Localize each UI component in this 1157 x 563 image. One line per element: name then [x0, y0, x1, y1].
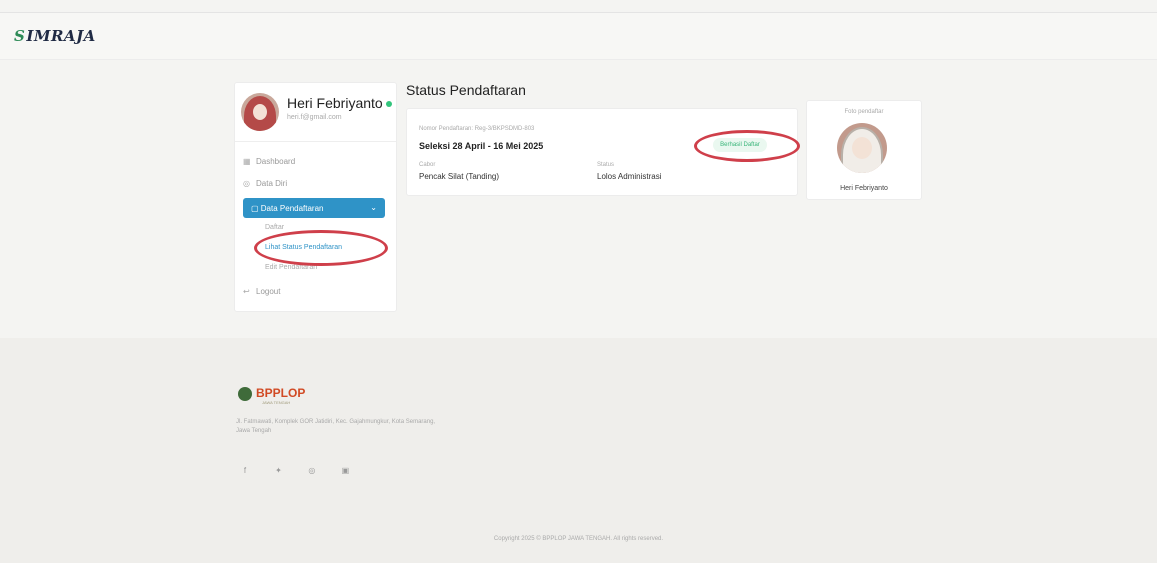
sidebar-item-logout[interactable]: ↩ Logout [243, 287, 280, 296]
submenu-lihat-status[interactable]: Lihat Status Pendaftaran [265, 244, 342, 251]
avatar [241, 93, 279, 131]
brand-mark: S [14, 27, 26, 45]
sidebar-item-data-pendaftaran[interactable]: ▢ Data Pendaftaran ⌄ [243, 198, 385, 218]
sidebar-item-data-diri[interactable]: ◎ Data Diri [243, 179, 287, 188]
folder-icon: ▢ [251, 204, 261, 213]
registration-number: Nomor Pendaftaran: Reg-3/BKPSDMD-803 [419, 126, 535, 132]
user-email: heri.f@gmail.com [287, 114, 342, 121]
photo-caption: Foto pendaftar [844, 109, 884, 115]
user-icon: ◎ [243, 179, 250, 188]
status-value: Lolos Administrasi [597, 172, 662, 181]
grid-icon: ▦ [243, 157, 251, 166]
status-label: Status [597, 162, 615, 168]
divider [235, 141, 396, 142]
brand-text: IMRAJA [26, 27, 96, 45]
footer-address: Jl. Fatmawati, Komplek GOR Jatidiri, Kec… [236, 419, 436, 434]
social-links: f ✦ ◎ ▣ [236, 460, 365, 478]
registration-status-card: Nomor Pendaftaran: Reg-3/BKPSDMD-803 Sel… [406, 108, 798, 196]
top-navbar: SIMRAJA [0, 12, 1157, 60]
twitter-icon[interactable]: ✦ [269, 464, 287, 478]
youtube-icon[interactable]: ▣ [336, 464, 354, 478]
emblem-icon [238, 386, 252, 401]
user-profile: Heri Febriyanto heri.f@gmail.com [241, 93, 392, 133]
brand-logo[interactable]: SIMRAJA [14, 27, 96, 45]
category-value: Pencak Silat (Tanding) [419, 172, 500, 181]
photo-card: Foto pendaftar Heri Febriyanto [806, 100, 922, 200]
status-badge: Berhasil Daftar [713, 138, 767, 152]
facebook-icon[interactable]: f [236, 464, 254, 478]
copyright: Copyright 2025 © BPPLOP JAWA TENGAH. All… [493, 536, 664, 542]
category-label: Cabor [419, 162, 436, 168]
photo-name: Heri Febriyanto [840, 185, 888, 192]
online-status-icon [385, 101, 392, 108]
page-title: Status Pendaftaran [406, 82, 526, 98]
sidebar: Heri Febriyanto heri.f@gmail.com ▦ Dashbo… [234, 82, 397, 312]
submenu-edit[interactable]: Edit Pendaftaran [265, 264, 317, 271]
footer [0, 338, 1157, 563]
avatar [837, 123, 887, 173]
chevron-down-icon: ⌄ [370, 203, 377, 212]
selection-period: Seleksi 28 April - 16 Mei 2025 [419, 141, 544, 151]
user-name: Heri Febriyanto [287, 95, 392, 111]
sidebar-item-dashboard[interactable]: ▦ Dashboard [243, 157, 295, 166]
footer-logo-sub: JAWA TENGAH [262, 400, 291, 405]
submenu-daftar[interactable]: Daftar [265, 224, 284, 231]
footer-logo: BPPLOP [238, 386, 305, 401]
instagram-icon[interactable]: ◎ [303, 464, 321, 478]
logout-icon: ↩ [243, 287, 250, 296]
